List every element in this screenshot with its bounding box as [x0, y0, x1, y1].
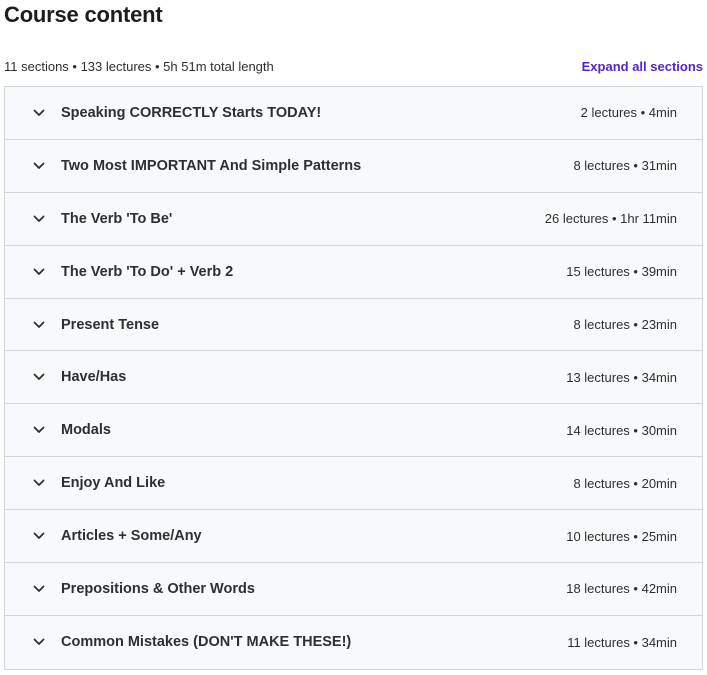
- section-header[interactable]: The Verb 'To Be' 26 lectures • 1hr 11min: [5, 192, 702, 246]
- section-header[interactable]: Enjoy And Like 8 lectures • 20min: [5, 457, 702, 511]
- chevron-down-icon: [32, 476, 46, 490]
- chevron-down-icon: [32, 635, 46, 649]
- section-header[interactable]: Articles + Some/Any 10 lectures • 25min: [5, 510, 702, 564]
- section-meta: 8 lectures • 20min: [573, 475, 677, 491]
- section-header[interactable]: Two Most IMPORTANT And Simple Patterns 8…: [5, 139, 702, 193]
- chevron-down-icon: [32, 265, 46, 279]
- chevron-down-icon: [32, 212, 46, 226]
- section-title: The Verb 'To Do' + Verb 2: [61, 263, 234, 280]
- expand-all-sections-button[interactable]: Expand all sections: [582, 59, 703, 74]
- chevron-down-icon: [32, 159, 46, 173]
- chevron-down-icon: [32, 106, 46, 120]
- section-header[interactable]: Modals 14 lectures • 30min: [5, 404, 702, 458]
- chevron-down-icon: [32, 318, 46, 332]
- course-summary: 11 sections • 133 lectures • 5h 51m tota…: [4, 58, 274, 74]
- section-title: Have/Has: [61, 369, 127, 386]
- chevron-down-icon: [32, 370, 46, 384]
- section-meta: 8 lectures • 31min: [573, 158, 677, 174]
- section-meta: 10 lectures • 25min: [566, 528, 677, 544]
- section-meta: 18 lectures • 42min: [566, 581, 677, 597]
- section-header[interactable]: Speaking CORRECTLY Starts TODAY! 2 lectu…: [5, 87, 702, 140]
- section-header[interactable]: Have/Has 13 lectures • 34min: [5, 351, 702, 405]
- chevron-down-icon: [32, 529, 46, 543]
- section-meta: 2 lectures • 4min: [580, 105, 677, 121]
- section-title: Present Tense: [61, 316, 160, 333]
- section-title: The Verb 'To Be': [61, 210, 173, 227]
- section-meta: 14 lectures • 30min: [566, 422, 677, 438]
- section-meta: 13 lectures • 34min: [566, 369, 677, 385]
- chevron-down-icon: [32, 582, 46, 596]
- section-meta: 8 lectures • 23min: [573, 317, 677, 332]
- section-title: Enjoy And Like: [61, 475, 166, 492]
- section-meta: 15 lectures • 39min: [566, 264, 677, 280]
- section-meta: 26 lectures • 1hr 11min: [544, 211, 677, 227]
- section-meta: 11 lectures • 34min: [567, 634, 677, 650]
- section-header[interactable]: Present Tense 8 lectures • 23min: [5, 298, 702, 352]
- section-header[interactable]: The Verb 'To Do' + Verb 2 15 lectures • …: [5, 245, 702, 299]
- page-title: Course content: [4, 2, 163, 27]
- section-header[interactable]: Prepositions & Other Words 18 lectures •…: [5, 563, 702, 616]
- section-header[interactable]: Common Mistakes (DON'T MAKE THESE!) 11 l…: [5, 615, 702, 669]
- section-title: Common Mistakes (DON'T MAKE THESE!): [61, 634, 352, 651]
- chevron-down-icon: [32, 423, 46, 437]
- course-sections-accordion: Speaking CORRECTLY Starts TODAY! 2 lectu…: [4, 86, 703, 670]
- course-summary-row: 11 sections • 133 lectures • 5h 51m tota…: [4, 57, 703, 75]
- section-title: Articles + Some/Any: [61, 528, 202, 545]
- section-title: Speaking CORRECTLY Starts TODAY!: [61, 104, 322, 121]
- section-title: Two Most IMPORTANT And Simple Patterns: [61, 157, 362, 174]
- section-title: Modals: [61, 422, 111, 439]
- section-title: Prepositions & Other Words: [61, 580, 255, 597]
